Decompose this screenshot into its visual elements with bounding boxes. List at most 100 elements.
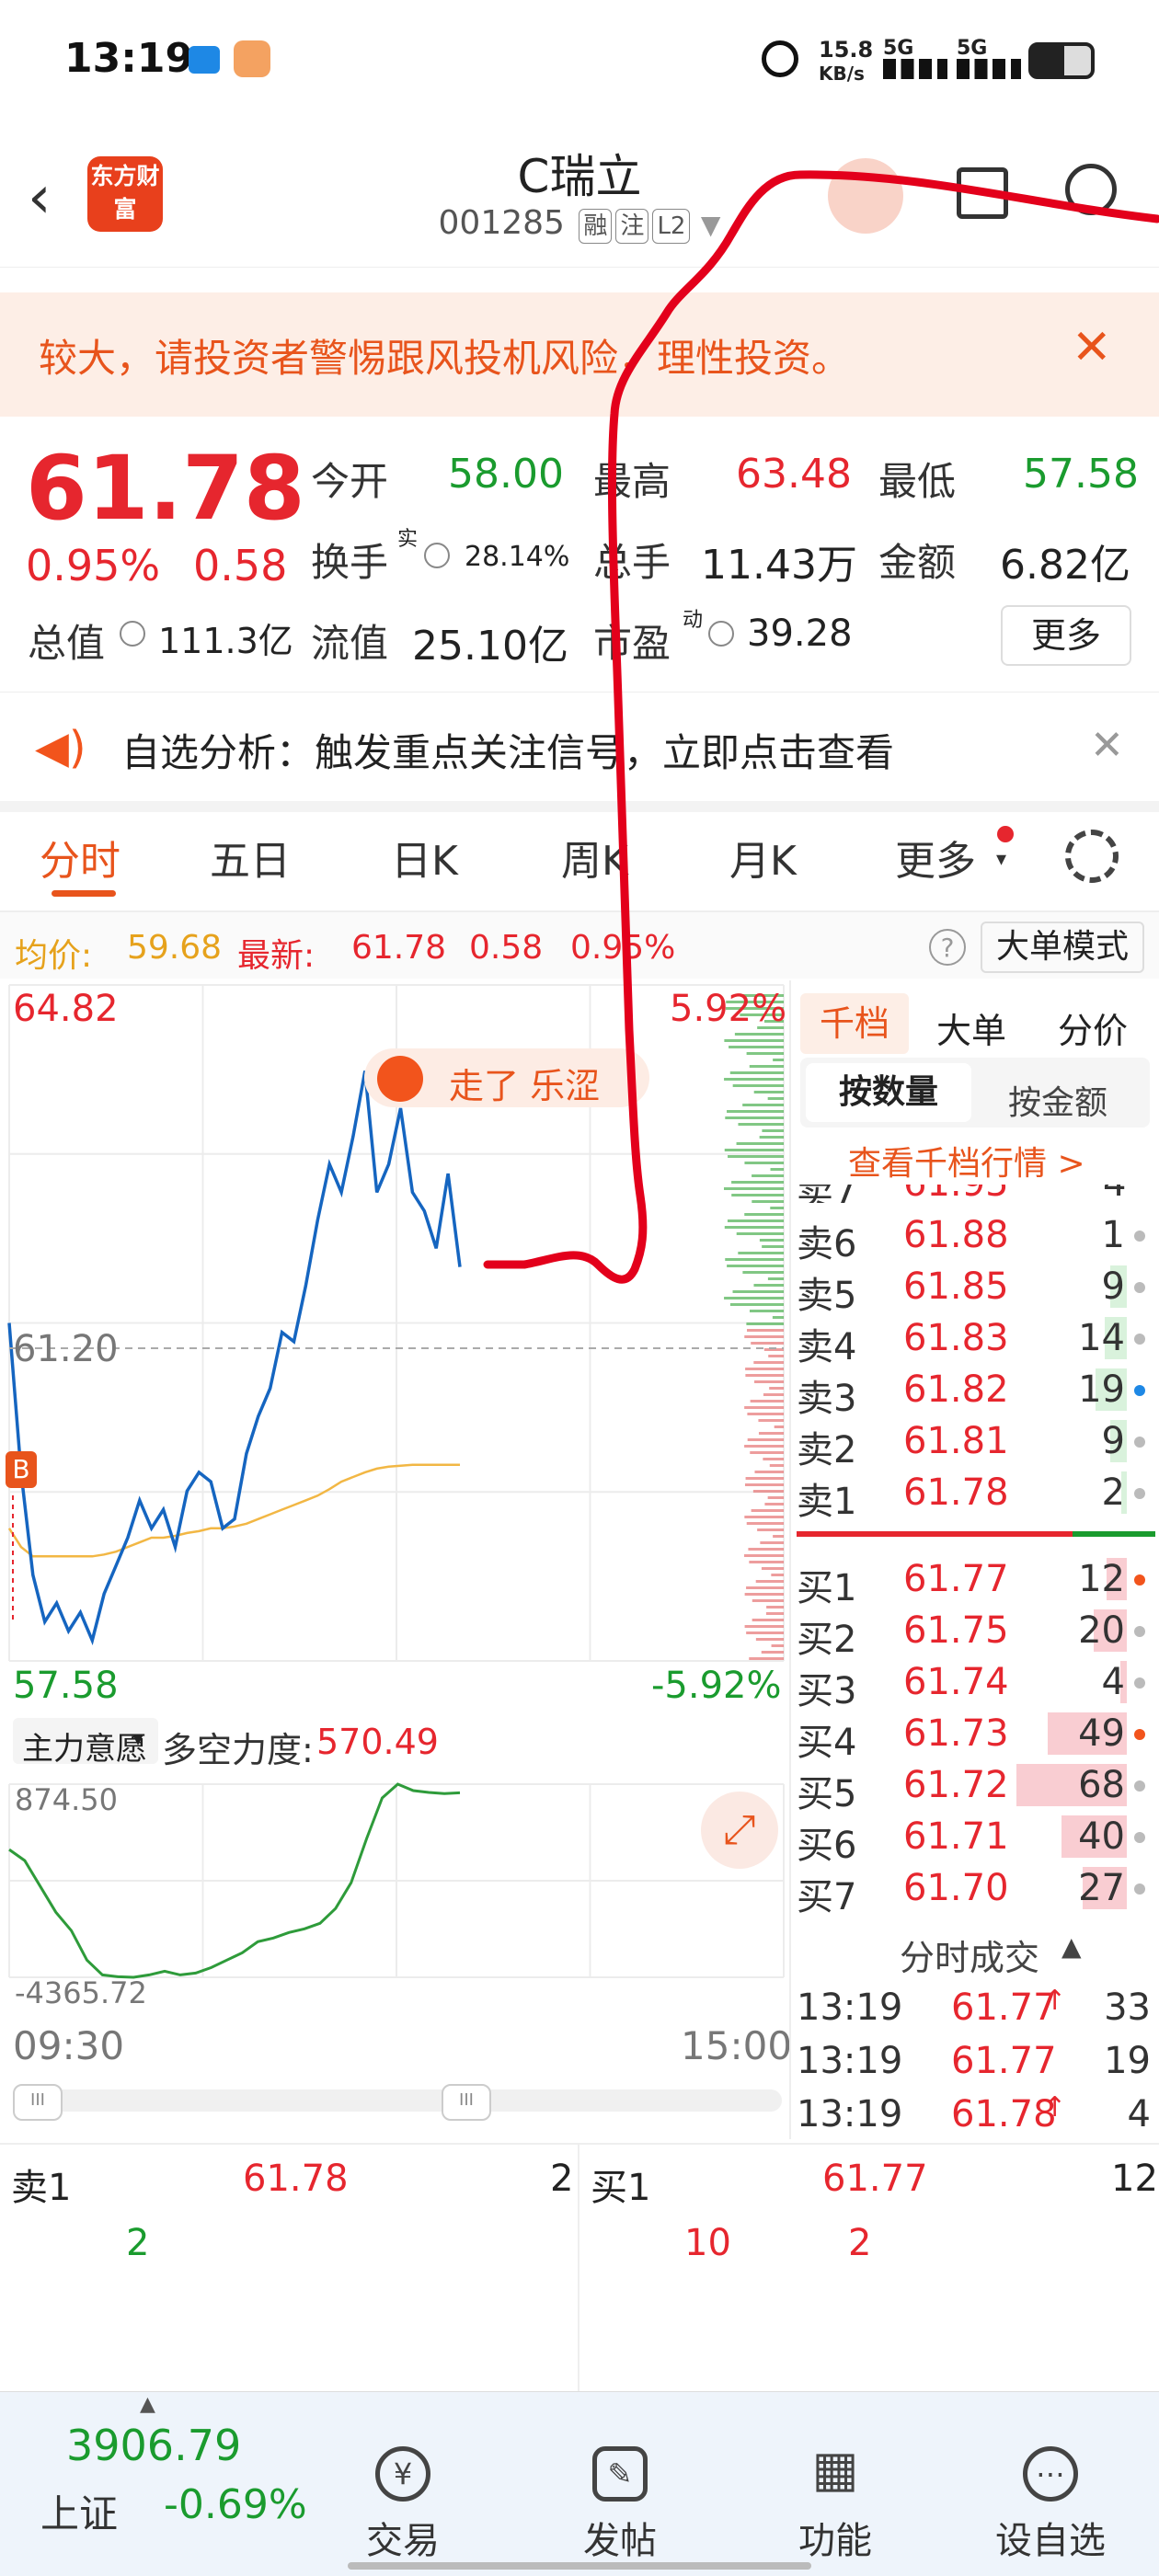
index-name[interactable]: 上证	[40, 2483, 118, 2539]
tab-big-order[interactable]: 大单	[936, 1002, 1006, 1053]
bid-row[interactable]: 买5 61.72 68	[797, 1760, 1151, 1815]
order-flow-bar	[767, 1097, 784, 1100]
event-flag-text: 走了 乐涩	[449, 1066, 601, 1106]
bid-row[interactable]: 买7 61.70 27	[797, 1863, 1151, 1918]
order-dot	[1134, 1832, 1145, 1843]
bid-volume: 27	[1078, 1867, 1125, 1909]
bid-price: 61.77	[903, 1558, 1009, 1600]
nav-features[interactable]: ▦ 功能	[771, 2444, 900, 2564]
order-flow-bar	[725, 1116, 784, 1119]
tick-row: 13:19 61.77 ↑ 33	[797, 1983, 1151, 2034]
dropdown-icon[interactable]: ▼	[701, 210, 721, 240]
ask-level-label: 卖1	[797, 1481, 857, 1523]
tick-arrow: ↑	[1043, 1985, 1067, 2017]
nav-trade[interactable]: ¥ 交易	[339, 2446, 467, 2564]
share-icon[interactable]	[957, 167, 1008, 219]
close-icon[interactable]: ✕	[1090, 722, 1124, 769]
big-order-mode-button[interactable]: 大单模式	[981, 922, 1144, 973]
bottom-quote-divider	[0, 2143, 1159, 2145]
order-flow-bar	[758, 1419, 784, 1422]
order-flow-bar	[767, 1496, 784, 1499]
buy-badge[interactable]: B	[6, 1451, 37, 1488]
bid-volume: 4	[1101, 1661, 1125, 1703]
view-thousand-level-link[interactable]: 查看千档行情 >	[848, 1137, 1085, 1185]
nav-post[interactable]: ✎ 发帖	[556, 2446, 684, 2564]
notification-dot	[997, 826, 1014, 842]
tab-weekly-k[interactable]: 周K	[561, 828, 628, 887]
order-flow-bar	[746, 1322, 784, 1325]
turnover-label: 换手	[311, 540, 389, 585]
order-flow-bar	[724, 1039, 784, 1042]
mode-by-amount[interactable]: 按金额	[1008, 1076, 1107, 1124]
bid-row[interactable]: 买4 61.73 49	[797, 1709, 1151, 1764]
settings-gear-icon[interactable]	[1065, 830, 1119, 883]
info-icon[interactable]	[424, 543, 450, 568]
tab-daily-k[interactable]: 日K	[391, 828, 458, 887]
tab-five-day[interactable]: 五日	[210, 828, 291, 887]
mode-by-quantity[interactable]: 按数量	[806, 1063, 971, 1122]
assistant-avatar-icon[interactable]	[828, 158, 903, 234]
scroll-handle-left[interactable]: III	[13, 2084, 63, 2121]
order-flow-bar	[724, 1297, 784, 1299]
order-flow-bar	[753, 1091, 784, 1093]
info-icon[interactable]	[708, 621, 734, 647]
order-flow-bar	[750, 1400, 784, 1402]
order-flow-bar	[752, 1619, 784, 1621]
scroll-handle-right[interactable]: III	[442, 2084, 491, 2121]
ask-row[interactable]: 卖2 61.81 9	[797, 1416, 1151, 1471]
low-value: 57.58	[1023, 451, 1139, 498]
chart-scrollbar[interactable]: III III	[13, 2084, 782, 2121]
ask-level-label: 卖4	[797, 1326, 857, 1368]
tab-monthly-k[interactable]: 月K	[729, 828, 797, 887]
bid-row[interactable]: 买1 61.77 12	[797, 1554, 1151, 1609]
index-value[interactable]: 3906.79	[66, 2421, 241, 2470]
bid-row[interactable]: 买3 61.74 4	[797, 1657, 1151, 1712]
order-flow-bar	[744, 1335, 784, 1338]
nav-trade-label: 交易	[366, 2520, 440, 2562]
tick-volume: 33	[1104, 1986, 1151, 2029]
ask-row[interactable]: 卖4 61.83 14	[797, 1313, 1151, 1368]
order-flow-bar	[742, 1271, 784, 1274]
ask-price: 61.81	[903, 1420, 1009, 1462]
ask-row[interactable]: 卖5 61.85 9	[797, 1262, 1151, 1317]
expand-icon[interactable]: ⤢	[701, 1792, 778, 1869]
bull-bear-label: 多空力度:	[162, 1730, 314, 1770]
order-flow-bar	[738, 1252, 784, 1254]
order-flow-bar	[729, 1046, 784, 1048]
ask-row[interactable]: 卖6 61.88 1	[797, 1210, 1151, 1265]
close-icon[interactable]: ✕	[1072, 320, 1112, 375]
order-flow-bar	[738, 1123, 784, 1126]
order-flow-bar	[736, 1232, 784, 1235]
order-dot	[1134, 1385, 1145, 1396]
tab-thousand-level[interactable]: 千档	[800, 993, 909, 1054]
bid-row[interactable]: 买6 61.71 40	[797, 1812, 1151, 1867]
chevron-up-icon[interactable]: ▲	[1061, 1931, 1082, 1962]
order-dot	[1134, 1780, 1145, 1792]
indicator-selector[interactable]: 主力意愿 ▾	[13, 1718, 158, 1768]
index-change[interactable]: -0.69%	[164, 2481, 307, 2528]
orderbook-divider	[789, 980, 791, 2139]
event-flag[interactable]: 走了 乐涩	[364, 1048, 649, 1107]
search-icon[interactable]	[1065, 164, 1117, 215]
tab-price-distribution[interactable]: 分价	[1058, 1002, 1128, 1053]
ask-row[interactable]: 卖3 61.82 19	[797, 1365, 1151, 1420]
nav-add-watchlist[interactable]: ⋯ 设自选	[986, 2446, 1115, 2564]
order-flow-bar	[753, 1284, 784, 1287]
order-flow-bar	[749, 1561, 784, 1563]
bid-row[interactable]: 买2 61.75 20	[797, 1606, 1151, 1661]
order-flow-bar	[742, 1104, 784, 1106]
ask-row[interactable]: 卖1 61.78 2	[797, 1468, 1151, 1523]
analysis-banner[interactable]: ◀) 自选分析：触发重点关注信号，立即点击查看 ✕	[0, 692, 1159, 812]
order-flow-bar	[727, 1219, 784, 1222]
tab-intraday[interactable]: 分时	[40, 828, 120, 887]
tab-more[interactable]: 更多	[895, 828, 976, 887]
last-price: 61.78	[26, 437, 305, 540]
more-button[interactable]: 更多	[1001, 605, 1131, 666]
mascot-icon	[377, 1056, 423, 1102]
bq-sell-sub: 2	[126, 2222, 150, 2264]
order-flow-bar	[727, 1110, 784, 1113]
partial-ask-price: 61.95	[903, 1185, 1009, 1203]
analysis-banner-text: 自选分析：触发重点关注信号，立即点击查看	[121, 730, 895, 775]
info-icon[interactable]	[120, 621, 145, 647]
help-icon[interactable]: ?	[929, 929, 966, 966]
